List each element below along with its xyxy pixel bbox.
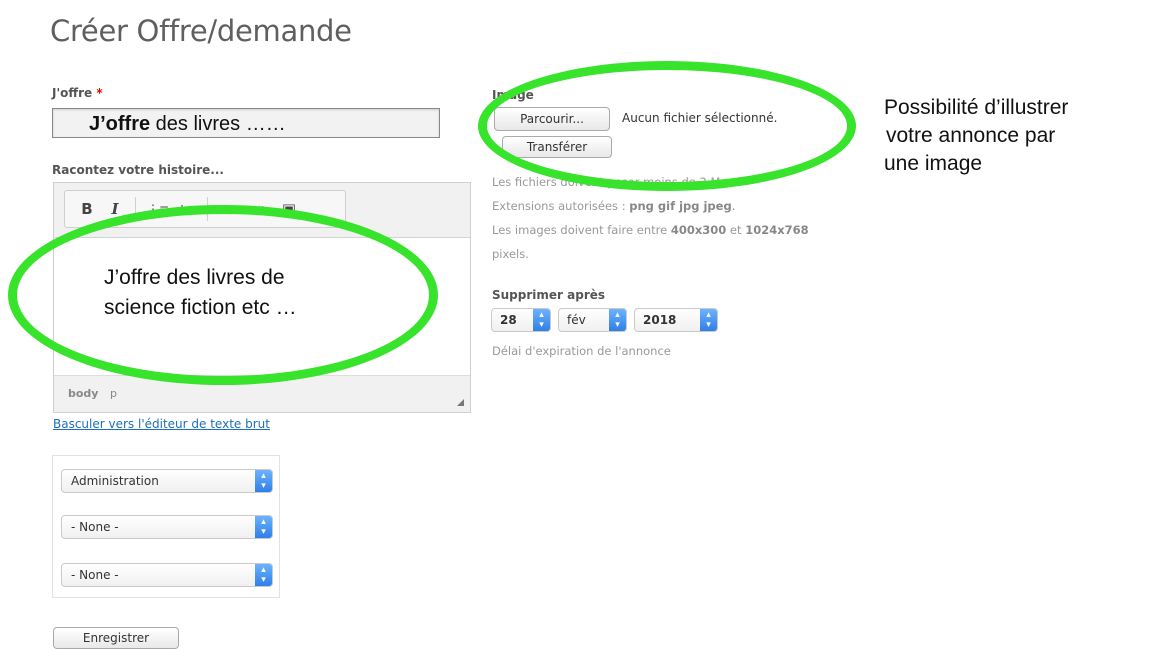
- extensions-list: png gif jpg jpeg: [629, 199, 732, 213]
- third-select[interactable]: - None - ▴ ▾: [61, 563, 273, 587]
- required-mark: *: [96, 86, 103, 100]
- expiry-month-select[interactable]: fév ▴ ▾: [558, 308, 627, 332]
- chevron-up-down-icon: ▴ ▾: [609, 309, 626, 331]
- upload-button[interactable]: Transférer: [502, 136, 612, 158]
- image-icon[interactable]: ▣: [279, 199, 299, 219]
- editor-toolbar-group: B I ⋮≡ ⁝≡ ⚭ ⚮ ▣: [64, 190, 346, 228]
- image-help-dimensions: Les images doivent faire entre 400x300 e…: [492, 218, 809, 242]
- expiry-day-value: 28: [500, 313, 517, 327]
- bold-icon[interactable]: B: [77, 199, 97, 219]
- story-editor[interactable]: B I ⋮≡ ⁝≡ ⚭ ⚮ ▣ J’offre des livres de sc…: [53, 182, 471, 413]
- element-path-p[interactable]: p: [110, 387, 117, 400]
- expiry-day-select[interactable]: 28 ▴ ▾: [491, 308, 551, 332]
- annotation-line2: votre annonce par: [886, 124, 1056, 147]
- chevron-up-down-icon: ▴ ▾: [255, 516, 272, 538]
- bullet-list-icon[interactable]: ⁝≡: [177, 199, 197, 219]
- dimensions-mid: et: [726, 223, 746, 237]
- offer-input-bold: J’offre: [89, 113, 151, 135]
- resize-grip-icon[interactable]: [457, 399, 464, 406]
- numbered-list-icon[interactable]: ⋮≡: [147, 199, 169, 219]
- expiry-year-value: 2018: [643, 313, 677, 327]
- image-help-extensions: Extensions autorisées : png gif jpg jpeg…: [492, 194, 809, 218]
- offer-input-rest: des livres ……: [150, 113, 286, 135]
- image-label: Image: [492, 88, 534, 102]
- unlink-icon[interactable]: ⚮: [249, 199, 269, 219]
- annotation-text: Possibilité d’illustrer votre annonce pa…: [884, 94, 1068, 178]
- subcategory-select-value: - None -: [71, 520, 119, 534]
- dimensions-min: 400x300: [670, 223, 727, 237]
- taxonomy-fieldset: Administration ▴ ▾ - None - ▴ ▾ - None - ▴…: [52, 455, 280, 598]
- extensions-prefix: Extensions autorisées :: [492, 199, 630, 213]
- story-label: Racontez votre histoire...: [52, 163, 224, 177]
- italic-icon[interactable]: I: [105, 199, 125, 219]
- chevron-up-down-icon: ▴ ▾: [700, 309, 717, 331]
- category-select-value: Administration: [71, 474, 159, 488]
- toolbar-divider: [135, 197, 136, 221]
- editor-toolbar: B I ⋮≡ ⁝≡ ⚭ ⚮ ▣: [54, 183, 470, 238]
- dimensions-prefix: Les images doivent faire entre: [492, 223, 671, 237]
- image-help: Les fichiers doivent peser moins de 2 Mo…: [492, 170, 809, 266]
- browse-button[interactable]: Parcourir...: [494, 107, 610, 131]
- offer-input[interactable]: J’offre des livres ……: [52, 108, 440, 138]
- chevron-up-down-icon: ▴ ▾: [533, 309, 550, 331]
- dimensions-max: 1024x768: [745, 223, 809, 237]
- expiry-year-select[interactable]: 2018 ▴ ▾: [634, 308, 718, 332]
- extensions-suffix: .: [731, 199, 736, 213]
- third-select-value: - None -: [71, 568, 119, 582]
- chevron-up-down-icon: ▴ ▾: [255, 470, 272, 492]
- no-file-text: Aucun fichier sélectionné.: [622, 111, 778, 125]
- toolbar-divider: [207, 197, 208, 221]
- expiry-month-value: fév: [567, 313, 586, 327]
- offer-label-text: J'offre: [52, 86, 93, 100]
- category-select[interactable]: Administration ▴ ▾: [61, 469, 273, 493]
- element-path-body[interactable]: body: [68, 387, 98, 400]
- expiry-help: Délai d'expiration de l'annonce: [492, 344, 671, 358]
- expiry-label: Supprimer après: [492, 288, 606, 302]
- save-button[interactable]: Enregistrer: [53, 627, 179, 649]
- subcategory-select[interactable]: - None - ▴ ▾: [61, 515, 273, 539]
- switch-plain-text-link[interactable]: Basculer vers l'éditeur de texte brut: [53, 417, 270, 431]
- chevron-up-down-icon: ▴ ▾: [255, 564, 272, 586]
- image-help-pixels: pixels.: [492, 247, 529, 261]
- image-help-size: Les fichiers doivent peser moins de 2 Mo…: [492, 175, 731, 189]
- editor-body[interactable]: J’offre des livres de science fiction et…: [104, 263, 297, 323]
- page-title: Créer Offre/demande: [50, 14, 352, 48]
- annotation-line1: Possibilité d’illustrer: [884, 96, 1069, 119]
- editor-statusbar: body p: [54, 375, 470, 412]
- link-icon[interactable]: ⚭: [219, 199, 239, 219]
- editor-body-line2: science fiction etc …: [104, 296, 297, 319]
- annotation-line3: une image: [884, 152, 983, 175]
- offer-label: J'offre *: [52, 86, 103, 100]
- editor-body-line1: J’offre des livres de: [104, 266, 285, 289]
